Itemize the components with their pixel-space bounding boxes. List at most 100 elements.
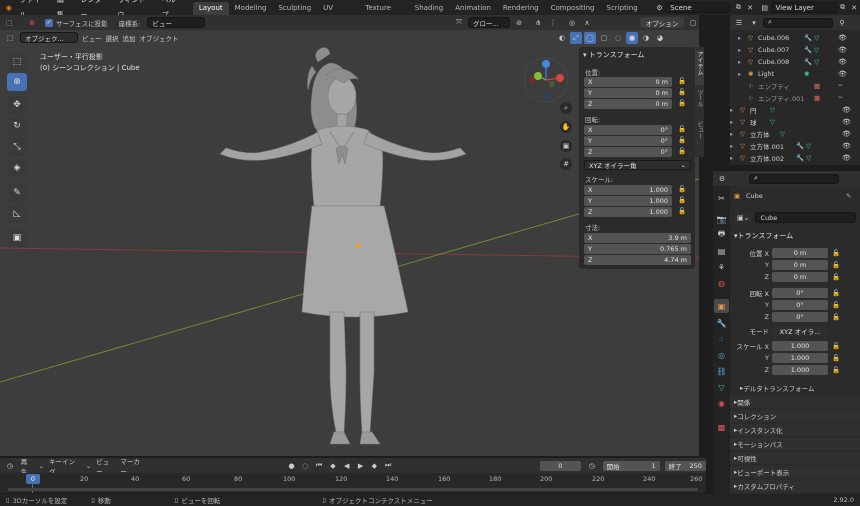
dimension-z-field[interactable]: Z 4.74 m xyxy=(584,255,691,265)
zoom-icon[interactable]: ⌕ xyxy=(560,102,572,114)
object-tab-icon[interactable]: ▣ xyxy=(714,299,729,313)
world-tab-icon[interactable]: ◍ xyxy=(714,276,729,290)
tool-annotate-icon[interactable]: ✎ xyxy=(7,184,27,202)
pivot-icon[interactable]: ⊘ xyxy=(513,17,525,29)
eye-icon[interactable]: 👁 xyxy=(838,34,847,42)
grid-toggle-icon[interactable]: # xyxy=(560,158,572,170)
close-scene-icon[interactable]: ✕ xyxy=(744,2,756,14)
scale-y-field[interactable]: 1.000 xyxy=(772,353,828,363)
tab-compositing[interactable]: Compositing xyxy=(545,2,601,15)
eye-hidden-icon[interactable]: ⌣ xyxy=(838,81,843,90)
output-tab-icon[interactable]: 🖶 xyxy=(714,228,729,242)
jump-start-icon[interactable]: ⏮ xyxy=(315,460,324,472)
timeline-editor-icon[interactable]: ◷ xyxy=(4,460,16,472)
outliner-search-input[interactable]: ⌕ xyxy=(763,17,833,28)
location-y-field[interactable]: Y 0 m xyxy=(584,88,672,98)
eye-icon[interactable]: 👁 xyxy=(842,130,851,138)
menu-view[interactable]: ビュー xyxy=(82,33,102,43)
play-reverse-icon[interactable]: ◀ xyxy=(342,460,351,472)
outliner-type-icon[interactable]: ☰ xyxy=(733,17,745,29)
lock-icon[interactable]: 🔓 xyxy=(832,354,840,362)
lock-icon[interactable]: 🔓 xyxy=(678,136,686,144)
lock-icon[interactable]: 🔓 xyxy=(678,125,686,133)
motion-paths-section[interactable]: ▸ モーションパス xyxy=(730,438,860,450)
rotation-z-field[interactable]: Z 0° xyxy=(584,147,672,157)
delta-transform-section[interactable]: ▸ デルタトランスフォーム xyxy=(730,382,860,394)
modifier-tab-icon[interactable]: 🔧 xyxy=(714,316,729,330)
dimension-y-field[interactable]: Y 0.765 m xyxy=(584,244,691,254)
tab-sculpting[interactable]: Sculpting xyxy=(272,2,317,15)
outliner-row[interactable]: ▸ ▽ Cube.008 🔧 ▽ 👁 xyxy=(730,56,860,67)
properties-type-icon[interactable]: ⚙ xyxy=(716,173,728,185)
blender-logo-icon[interactable]: ◉ xyxy=(3,2,15,14)
outliner-row[interactable]: ▸ ▽ 立方体.002 🔧 ▽ 👁 xyxy=(730,152,860,163)
mode-dropdown[interactable]: オブジェク... xyxy=(20,32,78,43)
playhead-frame[interactable]: 0 xyxy=(26,474,40,484)
start-frame-field[interactable]: 開始 1 xyxy=(602,460,660,471)
outliner-row[interactable]: ⊹ エンプティ.001 ▩ ⌣ xyxy=(730,92,860,103)
tool-cursor[interactable]: ⊕ xyxy=(7,73,27,91)
cursor-icon[interactable]: ⊕ xyxy=(26,17,38,29)
eye-icon[interactable]: 👁 xyxy=(842,106,851,114)
visibility-icon[interactable]: ◐ xyxy=(556,32,568,44)
pin-icon[interactable]: ✎ xyxy=(846,192,851,200)
transform-orientation-icon[interactable]: ⤧ xyxy=(453,17,465,29)
eye-icon[interactable]: 👁 xyxy=(838,46,847,54)
eye-icon[interactable]: 👁 xyxy=(842,142,851,150)
copy-scene-icon[interactable]: ⧉ xyxy=(733,2,745,14)
outliner-row[interactable]: ▸ ✺ Light ✺ 👁 xyxy=(730,68,860,79)
wireframe-shading-icon[interactable]: ◌ xyxy=(612,32,624,44)
constraints-tab-icon[interactable]: ⛓ xyxy=(714,364,729,378)
custom-properties-section[interactable]: ▸ カスタムプロパティ xyxy=(730,480,860,492)
physics-tab-icon[interactable]: ◎ xyxy=(714,348,729,362)
object-name-input[interactable]: Cube xyxy=(755,212,856,223)
lock-icon[interactable]: 🔓 xyxy=(678,185,686,193)
clock-icon[interactable]: ◷ xyxy=(586,460,598,472)
tab-tool[interactable]: ツール xyxy=(695,89,704,117)
options-button[interactable]: オプション xyxy=(640,17,684,28)
rotation-x-field[interactable]: X 0° xyxy=(584,125,672,135)
lock-icon[interactable]: 🔓 xyxy=(678,207,686,215)
navigation-gizmo[interactable] xyxy=(522,56,572,106)
outliner-row[interactable]: ▸ ▽ Cube.007 🔧 ▽ 👁 xyxy=(730,44,860,55)
record-icon[interactable]: ● xyxy=(287,460,296,472)
lock-icon[interactable]: 🔓 xyxy=(832,366,840,374)
lock-icon[interactable]: 🔓 xyxy=(832,261,840,269)
data-name-field[interactable]: ▣⌄ Cube xyxy=(734,212,856,223)
instancing-section[interactable]: ▸ インスタンス化 xyxy=(730,424,860,436)
lock-icon[interactable]: 🔓 xyxy=(832,249,840,257)
tab-scripting[interactable]: Scripting xyxy=(601,2,644,15)
scene-selector[interactable]: Scene xyxy=(665,2,730,13)
transform-orientation-dropdown[interactable]: グロー... xyxy=(468,17,510,28)
scene-tab-icon[interactable]: ⚘ xyxy=(714,260,729,274)
eye-icon[interactable]: 👁 xyxy=(838,58,847,66)
tab-animation[interactable]: Animation xyxy=(449,2,497,15)
tool-add-cube-icon[interactable]: ▣ xyxy=(7,229,27,247)
eye-icon[interactable]: 👁 xyxy=(842,118,851,126)
solid-shading-icon[interactable]: ● xyxy=(626,32,638,44)
location-x-field[interactable]: 0 m xyxy=(772,248,828,258)
scale-x-field[interactable]: 1.000 xyxy=(772,341,828,351)
tab-uv-editing[interactable]: UV Editing xyxy=(317,2,359,25)
jump-end-icon[interactable]: ⏭ xyxy=(384,460,393,472)
location-z-field[interactable]: Z 0 m xyxy=(584,99,672,109)
filter-icon[interactable]: ⚲ xyxy=(836,17,848,29)
rotation-mode-dropdown[interactable]: XYZ オイラー角 ⌄ xyxy=(584,160,691,170)
collections-section[interactable]: ▸ コレクション xyxy=(730,410,860,422)
menu-select[interactable]: 選択 xyxy=(106,33,119,43)
menu-object[interactable]: オブジェクト xyxy=(140,33,179,43)
keyframe-icon[interactable]: ◌ xyxy=(301,460,310,472)
scene-icon[interactable]: ⚙ xyxy=(654,2,666,14)
lock-icon[interactable]: 🔓 xyxy=(678,77,686,85)
snap-target-icon[interactable]: ⋮ xyxy=(547,17,559,29)
scale-y-field[interactable]: Y 1.000 xyxy=(584,196,672,206)
view-layer-tab-icon[interactable]: ▤ xyxy=(714,244,729,258)
editor-type-icon[interactable]: ⬚ xyxy=(3,17,15,29)
end-frame-field[interactable]: 終了 250 xyxy=(664,460,706,471)
pan-hand-icon[interactable]: ✋ xyxy=(560,121,572,133)
tab-texture-paint[interactable]: Texture Paint xyxy=(359,2,408,25)
location-z-field[interactable]: 0 m xyxy=(772,272,828,282)
lock-icon[interactable]: 🔓 xyxy=(832,301,840,309)
orientation-dropdown[interactable]: ビュー xyxy=(147,17,206,28)
tab-layout[interactable]: Layout xyxy=(192,2,229,15)
